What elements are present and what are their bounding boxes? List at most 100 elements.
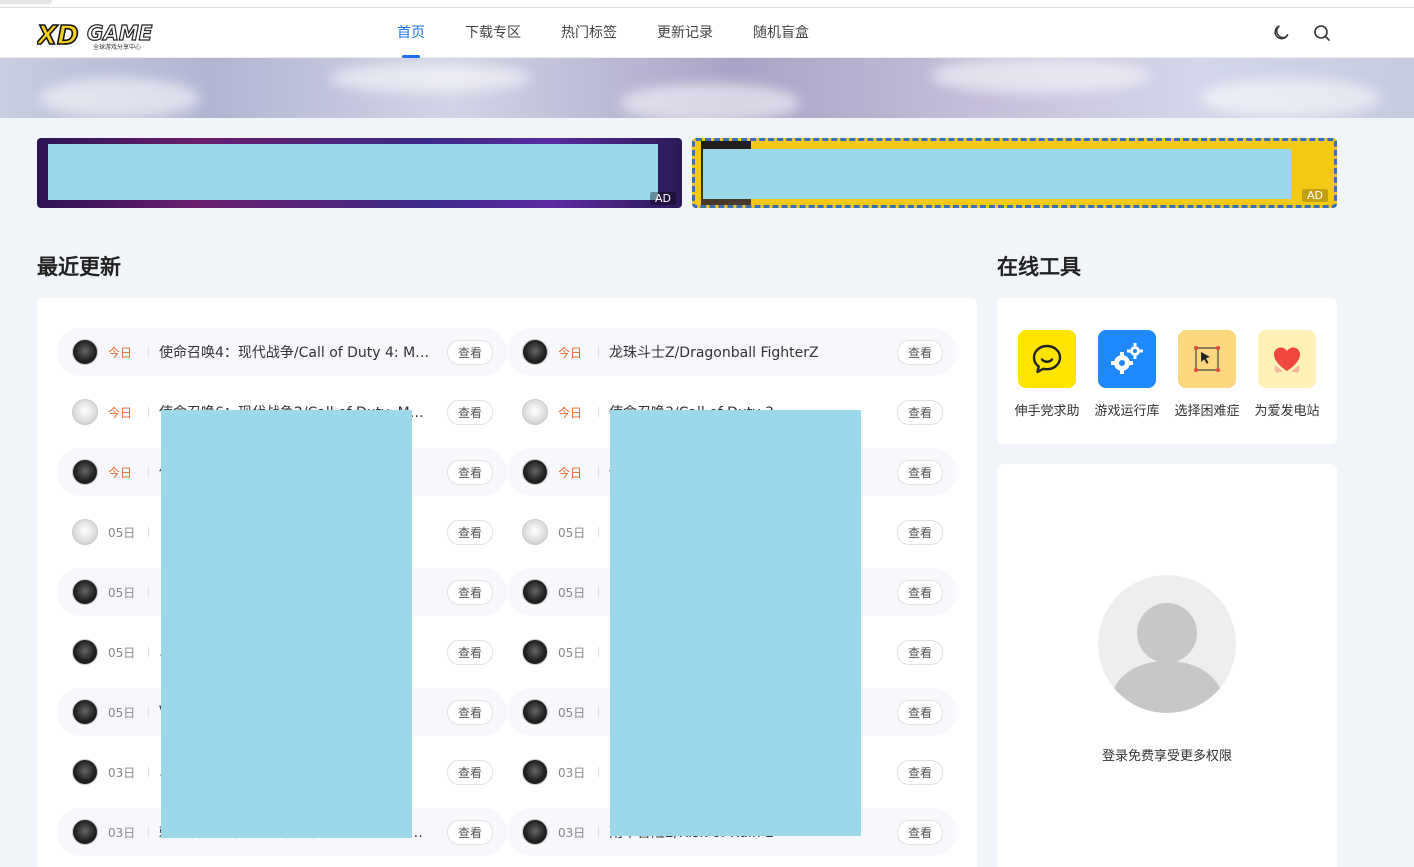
- view-button[interactable]: 查看: [446, 519, 493, 545]
- update-date: 今日: [558, 345, 583, 360]
- update-date: 今日: [108, 405, 133, 420]
- gears-icon: [1111, 343, 1143, 374]
- view-button[interactable]: 查看: [896, 519, 943, 545]
- game-icon: [72, 399, 98, 425]
- ad-tag: AD: [1302, 189, 1328, 202]
- update-date: 05日: [108, 525, 136, 540]
- update-date: 05日: [108, 645, 136, 660]
- separator: [148, 527, 149, 537]
- separator: [598, 767, 599, 777]
- tool-label: 选择困难症: [1174, 404, 1240, 419]
- game-icon: [72, 819, 98, 845]
- game-icon: [522, 399, 548, 425]
- login-prompt[interactable]: 登录免费享受更多权限: [997, 745, 1337, 764]
- tool-donation[interactable]: 为爱发电站: [1247, 330, 1327, 419]
- avatar[interactable]: [1098, 575, 1236, 713]
- view-button[interactable]: 查看: [446, 819, 493, 845]
- view-button[interactable]: 查看: [896, 339, 943, 365]
- separator: [598, 527, 599, 537]
- update-date: 03日: [108, 765, 136, 780]
- game-icon: [72, 459, 98, 485]
- tool-label: 伸手党求助: [1014, 404, 1080, 419]
- site-header: XD GAME 全球游戏分享中心 首页 下载专区 热门标签 更新记录 随机盲盒: [0, 8, 1414, 58]
- tool-tile: [1178, 330, 1236, 388]
- game-title[interactable]: 使命召唤4：现代战争/Call of Duty 4: M…: [159, 342, 437, 362]
- update-date: 05日: [108, 585, 136, 600]
- nav-home[interactable]: 首页: [397, 8, 425, 58]
- moon-icon[interactable]: [1271, 23, 1291, 43]
- tool-tile: [1018, 330, 1076, 388]
- site-logo[interactable]: XD GAME 全球游戏分享中心: [34, 16, 157, 52]
- view-button[interactable]: 查看: [896, 699, 943, 725]
- main-nav: 首页 下载专区 热门标签 更新记录 随机盲盒: [397, 8, 849, 58]
- separator: [598, 707, 599, 717]
- separator: [148, 647, 149, 657]
- redaction-block: [610, 410, 861, 836]
- game-icon: [522, 759, 548, 785]
- update-date: 05日: [108, 705, 136, 720]
- tool-choice-helper[interactable]: 选择困难症: [1167, 330, 1247, 419]
- ad-banner-left[interactable]: AD: [37, 138, 682, 208]
- redaction-block: [161, 410, 412, 838]
- update-date: 03日: [558, 825, 586, 840]
- nav-changelog[interactable]: 更新记录: [657, 8, 713, 58]
- tool-label: 游戏运行库: [1094, 404, 1160, 419]
- game-title[interactable]: 龙珠斗士Z/Dragonball FighterZ: [609, 342, 887, 362]
- svg-text:XD: XD: [37, 21, 79, 51]
- game-icon: [72, 639, 98, 665]
- view-button[interactable]: 查看: [896, 819, 943, 845]
- tool-tile: [1098, 330, 1156, 388]
- view-button[interactable]: 查看: [446, 579, 493, 605]
- list-item[interactable]: 今日 使命召唤4：现代战争/Call of Duty 4: M… 查看: [57, 328, 507, 376]
- separator: [148, 347, 149, 357]
- update-date: 今日: [108, 465, 133, 480]
- list-item[interactable]: 今日 龙珠斗士Z/Dragonball FighterZ 查看: [507, 328, 957, 376]
- update-date: 今日: [108, 345, 133, 360]
- ad-tag: AD: [650, 192, 676, 205]
- separator: [598, 407, 599, 417]
- game-icon: [522, 819, 548, 845]
- nav-random-box[interactable]: 随机盲盒: [753, 8, 809, 58]
- nav-hot-tags[interactable]: 热门标签: [561, 8, 617, 58]
- ad-banner-right[interactable]: AD: [692, 138, 1337, 208]
- tool-tile: [1258, 330, 1316, 388]
- game-icon: [72, 699, 98, 725]
- cursor-select-icon: [1194, 346, 1220, 372]
- view-button[interactable]: 查看: [446, 699, 493, 725]
- view-button[interactable]: 查看: [896, 759, 943, 785]
- tool-runtime-library[interactable]: 游戏运行库: [1087, 330, 1167, 419]
- view-button[interactable]: 查看: [446, 339, 493, 365]
- view-button[interactable]: 查看: [446, 459, 493, 485]
- logo-subtitle: 全球游戏分享中心: [93, 43, 141, 51]
- redaction-block: [48, 144, 658, 200]
- recent-updates-list: 今日使命召唤4：现代战争/Call of Duty 4: M…查看今日使命召唤6…: [37, 298, 977, 867]
- default-user-icon: [1112, 603, 1222, 713]
- separator: [598, 347, 599, 357]
- update-date: 03日: [558, 765, 586, 780]
- tool-label: 为爱发电站: [1254, 404, 1320, 419]
- update-date: 03日: [108, 825, 136, 840]
- chat-bubble-icon: [1032, 344, 1062, 374]
- view-button[interactable]: 查看: [446, 759, 493, 785]
- game-icon: [522, 579, 548, 605]
- game-icon: [72, 579, 98, 605]
- update-date: 05日: [558, 525, 586, 540]
- separator: [148, 407, 149, 417]
- game-icon: [72, 519, 98, 545]
- update-date: 今日: [558, 465, 583, 480]
- game-icon: [522, 699, 548, 725]
- view-button[interactable]: 查看: [446, 399, 493, 425]
- tool-help-request[interactable]: 伸手党求助: [1007, 330, 1087, 419]
- update-date: 05日: [558, 645, 586, 660]
- game-icon: [72, 759, 98, 785]
- search-icon[interactable]: [1312, 23, 1332, 43]
- separator: [148, 767, 149, 777]
- browser-top-strip: [0, 0, 1414, 8]
- nav-downloads[interactable]: 下载专区: [465, 8, 521, 58]
- view-button[interactable]: 查看: [896, 579, 943, 605]
- view-button[interactable]: 查看: [896, 459, 943, 485]
- view-button[interactable]: 查看: [896, 639, 943, 665]
- separator: [598, 647, 599, 657]
- view-button[interactable]: 查看: [446, 639, 493, 665]
- view-button[interactable]: 查看: [896, 399, 943, 425]
